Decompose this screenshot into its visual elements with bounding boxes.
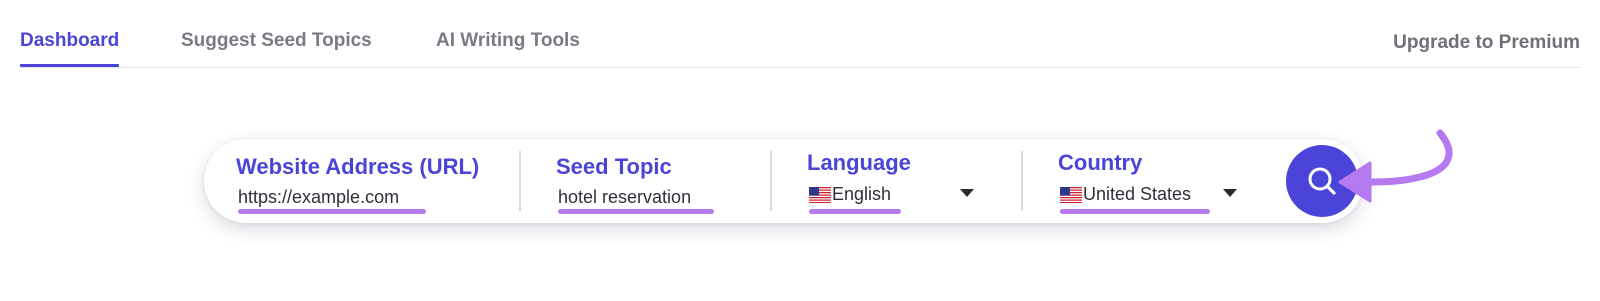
tab-dashboard[interactable]: Dashboard (20, 30, 120, 67)
us-flag-icon (809, 186, 831, 203)
url-highlight-underline (238, 209, 426, 214)
url-input[interactable]: https://example.com (238, 187, 399, 208)
language-value: English (832, 184, 892, 204)
search-bar: Website Address (URL) https://example.co… (204, 139, 1364, 223)
country-value: United States (1083, 184, 1192, 204)
language-highlight-underline (809, 209, 901, 214)
tab-suggest-seed-topics[interactable]: Suggest Seed Topics (181, 30, 372, 52)
url-field-label: Website Address (URL) (236, 154, 480, 179)
chevron-down-icon[interactable] (1223, 189, 1237, 197)
upgrade-to-premium-link[interactable]: Upgrade to Premium (1393, 32, 1580, 54)
country-select[interactable]: United States (1060, 184, 1191, 205)
chevron-down-icon[interactable] (960, 189, 974, 197)
field-divider (770, 151, 772, 211)
language-select[interactable]: English (809, 184, 891, 205)
country-label: Country (1058, 150, 1143, 175)
annotation-arrow-icon (1338, 129, 1453, 203)
country-highlight-underline (1060, 209, 1210, 214)
seed-topic-label: Seed Topic (556, 154, 672, 179)
top-nav: Dashboard Suggest Seed Topics AI Writing… (20, 0, 1580, 68)
field-divider (519, 151, 521, 211)
page: Dashboard Suggest Seed Topics AI Writing… (0, 0, 1600, 301)
seed-topic-highlight-underline (558, 209, 714, 214)
field-divider (1021, 151, 1023, 211)
language-label: Language (807, 150, 911, 175)
tab-ai-writing-tools[interactable]: AI Writing Tools (436, 30, 580, 52)
us-flag-icon (1060, 186, 1082, 203)
seed-topic-input[interactable]: hotel reservation (558, 187, 691, 208)
